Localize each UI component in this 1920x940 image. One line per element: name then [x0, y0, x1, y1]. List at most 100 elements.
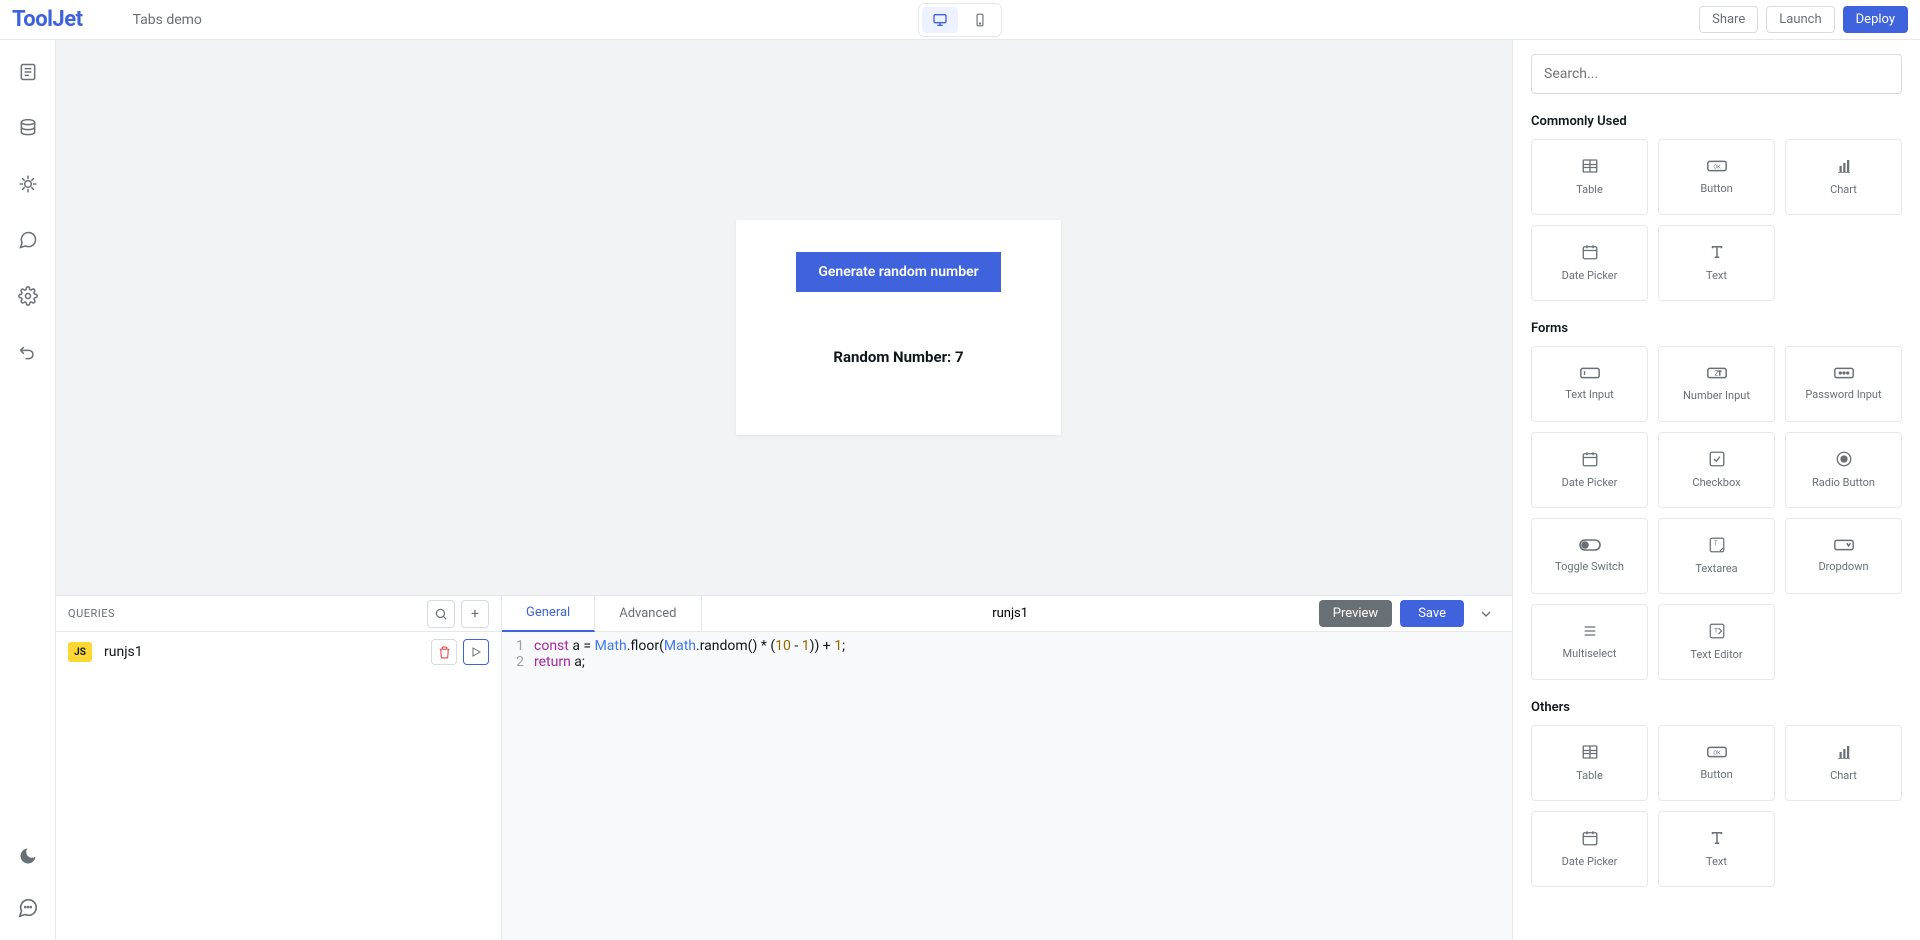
delete-query-button[interactable] [431, 639, 457, 665]
chart-icon [1834, 743, 1854, 761]
launch-button[interactable]: Launch [1766, 6, 1834, 33]
widget-label: Date Picker [1562, 855, 1618, 868]
widget-label: Date Picker [1562, 269, 1618, 282]
tab-general[interactable]: General [502, 596, 595, 632]
widget-label: Radio Button [1812, 476, 1875, 489]
datasources-icon[interactable] [16, 116, 40, 140]
widget-textarea[interactable]: T Textarea [1658, 518, 1775, 594]
desktop-icon [932, 12, 948, 28]
widget-label: Checkbox [1692, 476, 1740, 489]
widget-dropdown[interactable]: Dropdown [1785, 518, 1902, 594]
widget-text[interactable]: Text [1658, 225, 1775, 301]
query-editor: General Advanced Preview Save 1const a =… [502, 596, 1512, 940]
undo-icon[interactable] [16, 340, 40, 364]
widget-button[interactable]: OK Button [1658, 725, 1775, 801]
query-name-input[interactable] [910, 606, 1110, 621]
widget-table[interactable]: Table [1531, 139, 1648, 215]
widget-radio-button[interactable]: Radio Button [1785, 432, 1902, 508]
help-icon[interactable] [16, 896, 40, 920]
mobile-device-button[interactable] [962, 7, 998, 33]
widget-text-editor[interactable]: TText Editor [1658, 604, 1775, 680]
widget-password-input[interactable]: Password Input [1785, 346, 1902, 422]
widget-label: Button [1700, 182, 1732, 195]
button-icon: OK [1706, 158, 1728, 174]
widget-chart[interactable]: Chart [1785, 139, 1902, 215]
query-item[interactable]: JS runjs1 [56, 632, 501, 672]
widget-number-input[interactable]: 2 Number Input [1658, 346, 1775, 422]
query-panel: QUERIES + JS runjs1 General Advanced [56, 595, 1512, 940]
widget-button[interactable]: OK Button [1658, 139, 1775, 215]
widget-label: Chart [1830, 769, 1857, 782]
text-input-icon [1579, 366, 1601, 380]
widget-search-input[interactable] [1531, 54, 1902, 94]
deploy-button[interactable]: Deploy [1843, 6, 1908, 33]
widget-label: Textarea [1695, 562, 1737, 575]
save-button[interactable]: Save [1400, 600, 1464, 627]
widget-multiselect[interactable]: Multiselect [1531, 604, 1648, 680]
pages-icon[interactable] [16, 60, 40, 84]
tab-advanced[interactable]: Advanced [595, 596, 701, 632]
desktop-device-button[interactable] [922, 7, 958, 33]
text-icon [1708, 243, 1726, 261]
widget-label: Number Input [1683, 389, 1750, 402]
svg-text:T: T [1714, 540, 1718, 547]
section-title: Commonly Used [1531, 114, 1902, 129]
generate-random-button[interactable]: Generate random number [796, 252, 1000, 292]
widget-label: Text Editor [1690, 648, 1742, 661]
mobile-icon [973, 13, 987, 27]
collapse-panel-button[interactable] [1472, 600, 1500, 628]
canvas[interactable]: Generate random number Random Number: 7 [56, 40, 1512, 595]
app-name[interactable]: Tabs demo [133, 12, 202, 28]
settings-icon[interactable] [16, 284, 40, 308]
widget-toggle-switch[interactable]: Toggle Switch [1531, 518, 1648, 594]
search-queries-button[interactable] [427, 600, 455, 628]
svg-text:OK: OK [1713, 751, 1721, 757]
multiselect-icon [1581, 623, 1599, 639]
add-query-button[interactable]: + [461, 600, 489, 628]
debug-icon[interactable] [16, 172, 40, 196]
widget-label: Toggle Switch [1555, 560, 1624, 573]
query-item-name: runjs1 [104, 644, 143, 660]
random-number-text: Random Number: 7 [833, 348, 963, 366]
password-input-icon [1833, 366, 1855, 380]
canvas-page: Generate random number Random Number: 7 [196, 40, 1486, 595]
widget-label: Text Input [1565, 388, 1614, 401]
device-switcher [918, 3, 1002, 37]
widget-chart[interactable]: Chart [1785, 725, 1902, 801]
widget-panel: Commonly Used Table OK Button Chart Date Pick… [1512, 40, 1920, 940]
widget-date-picker[interactable]: Date Picker [1531, 432, 1648, 508]
widget-text-input[interactable]: Text Input [1531, 346, 1648, 422]
textarea-icon: T [1707, 536, 1727, 554]
radio-button-icon [1835, 450, 1853, 468]
section-title: Forms [1531, 321, 1902, 336]
button-icon: OK [1706, 744, 1728, 760]
svg-text:OK: OK [1713, 165, 1721, 171]
date-picker-icon [1580, 243, 1600, 261]
widget-label: Table [1576, 183, 1603, 196]
theme-icon[interactable] [16, 844, 40, 868]
section-title: Others [1531, 700, 1902, 715]
widget-checkbox[interactable]: Checkbox [1658, 432, 1775, 508]
search-icon [434, 607, 448, 621]
query-editor-header: General Advanced Preview Save [502, 596, 1512, 632]
topbar: ToolJet Tabs demo Share Launch Deploy [0, 0, 1920, 40]
chart-icon [1834, 157, 1854, 175]
preview-button[interactable]: Preview [1319, 600, 1392, 627]
main-area: Generate random number Random Number: 7 … [56, 40, 1512, 940]
widget-label: Chart [1830, 183, 1857, 196]
widget-table[interactable]: Table [1531, 725, 1648, 801]
widget-label: Text [1706, 855, 1727, 868]
widget-label: Table [1576, 769, 1603, 782]
comments-icon[interactable] [16, 228, 40, 252]
card-widget[interactable]: Generate random number Random Number: 7 [736, 220, 1061, 435]
widget-date-picker[interactable]: Date Picker [1531, 811, 1648, 887]
number-input-icon: 2 [1706, 365, 1728, 381]
widget-label: Text [1706, 269, 1727, 282]
widget-date-picker[interactable]: Date Picker [1531, 225, 1648, 301]
widget-label: Button [1700, 768, 1732, 781]
widget-text[interactable]: Text [1658, 811, 1775, 887]
svg-text:2: 2 [1714, 369, 1718, 378]
code-editor[interactable]: 1const a = Math.floor(Math.random() * (1… [502, 632, 1512, 940]
run-query-button[interactable] [463, 639, 489, 665]
share-button[interactable]: Share [1699, 6, 1758, 33]
